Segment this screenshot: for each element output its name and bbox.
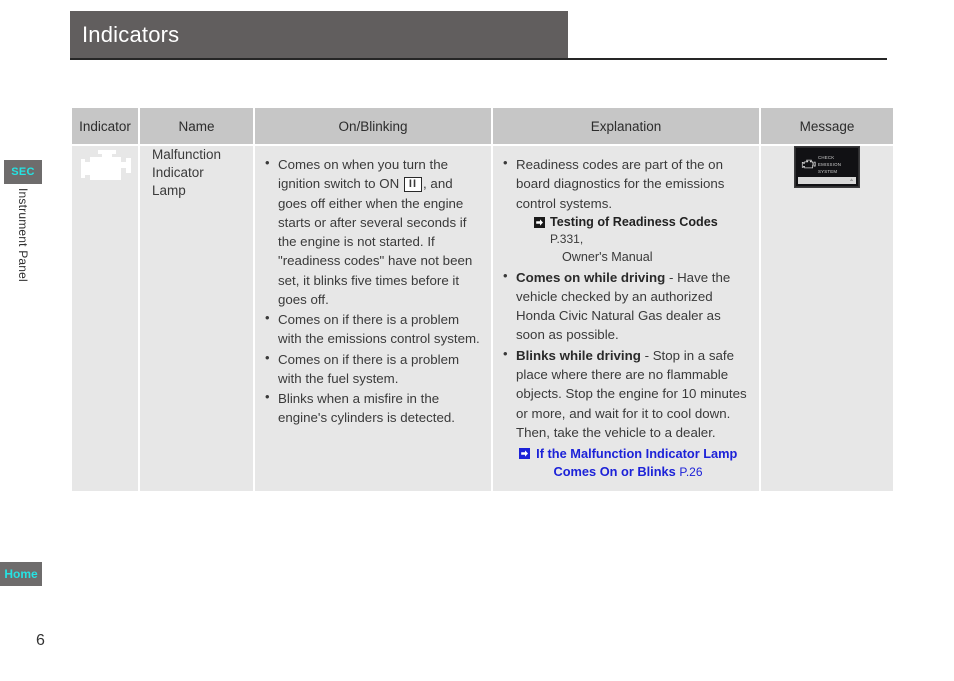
section-tab-button[interactable]: SEC xyxy=(4,160,42,184)
chapter-label-rail: Instrument Panel xyxy=(4,186,42,312)
home-button[interactable]: Home xyxy=(0,562,42,586)
column-header-indicator: Indicator xyxy=(72,108,138,144)
page-number: 6 xyxy=(36,632,45,649)
message-display-image: CHECK EMISSION SYSTEM ▵ xyxy=(795,147,859,187)
onblinking-text: Blinks when a misfire in the engine's cy… xyxy=(278,391,455,426)
cell-name: Malfunction Indicator Lamp xyxy=(140,146,253,491)
cell-indicator xyxy=(72,146,138,491)
section-tab-label: SEC xyxy=(11,166,35,178)
home-button-label: Home xyxy=(4,567,38,581)
jump-arrow-icon xyxy=(534,216,545,234)
indicators-table: Indicator Name On/Blinking Explanation M… xyxy=(70,106,895,493)
list-item: Readiness codes are part of the on board… xyxy=(501,154,749,267)
cross-reference-subtitle: Owner's Manual xyxy=(562,250,653,265)
onblinking-list: Comes on when you turn the ignition swit… xyxy=(263,154,481,428)
explanation-list: Readiness codes are part of the on board… xyxy=(501,154,749,442)
column-header-explanation: Explanation xyxy=(493,108,759,144)
cross-reference-page: P.331, xyxy=(550,232,584,247)
list-item: Blinks when a misfire in the engine's cy… xyxy=(263,388,481,428)
header-divider xyxy=(70,58,887,60)
list-item: Comes on when you turn the ignition swit… xyxy=(263,154,481,309)
cross-reference-link[interactable]: Testing of Readiness Codes P.331, xyxy=(516,214,749,249)
column-header-message: Message xyxy=(761,108,893,144)
table-header-row: Indicator Name On/Blinking Explanation M… xyxy=(72,108,893,144)
page-title: Indicators xyxy=(82,22,180,47)
message-display-bottom-bar: ▵ xyxy=(798,177,856,184)
explanation-lead: Blinks while driving xyxy=(516,347,641,363)
explanation-text: Readiness codes are part of the on board… xyxy=(516,157,725,211)
message-line-2: SYSTEM xyxy=(818,168,838,174)
column-header-onblinking: On/Blinking xyxy=(255,108,491,144)
table-row: Malfunction Indicator Lamp Comes on when… xyxy=(72,146,893,491)
message-display-corner-mark: ▵ xyxy=(850,177,853,183)
list-item: Comes on if there is a problem with the … xyxy=(263,309,481,349)
onblinking-text-part2: , and goes off either when the engine st… xyxy=(278,176,473,307)
indicator-name: Malfunction Indicator Lamp xyxy=(152,147,222,199)
onblinking-text: Comes on if there is a problem with the … xyxy=(278,312,480,347)
cross-reference-blue-page: P.26 xyxy=(679,465,703,480)
page-header-bar: Indicators xyxy=(70,11,568,59)
ignition-key-position-icon: II xyxy=(403,177,423,193)
message-display-text: CHECK EMISSION SYSTEM xyxy=(818,155,858,175)
jump-arrow-icon xyxy=(518,447,534,462)
cross-reference-link-blue[interactable]: If the Malfunction Indicator Lamp Comes … xyxy=(501,445,749,481)
column-header-name: Name xyxy=(140,108,253,144)
cross-reference-blue-title: If the Malfunction Indicator Lamp Comes … xyxy=(536,446,738,480)
list-item: Comes on if there is a problem with the … xyxy=(263,349,481,389)
cell-onblinking: Comes on when you turn the ignition swit… xyxy=(255,146,491,491)
message-line-1: CHECK EMISSION xyxy=(818,155,842,167)
chapter-label: Instrument Panel xyxy=(16,188,30,282)
onblinking-text: Comes on if there is a problem with the … xyxy=(278,351,460,386)
list-item: Blinks while driving - Stop in a safe pl… xyxy=(501,345,749,442)
list-item: Comes on while driving - Have the vehicl… xyxy=(501,267,749,345)
cell-message: CHECK EMISSION SYSTEM ▵ xyxy=(761,146,893,491)
cell-explanation: Readiness codes are part of the on board… xyxy=(493,146,759,491)
indicators-table-wrap: Indicator Name On/Blinking Explanation M… xyxy=(70,106,893,493)
cross-reference-title: Testing of Readiness Codes xyxy=(550,214,718,229)
check-engine-icon xyxy=(801,157,816,175)
check-engine-icon xyxy=(73,147,137,192)
explanation-lead: Comes on while driving xyxy=(516,269,666,285)
